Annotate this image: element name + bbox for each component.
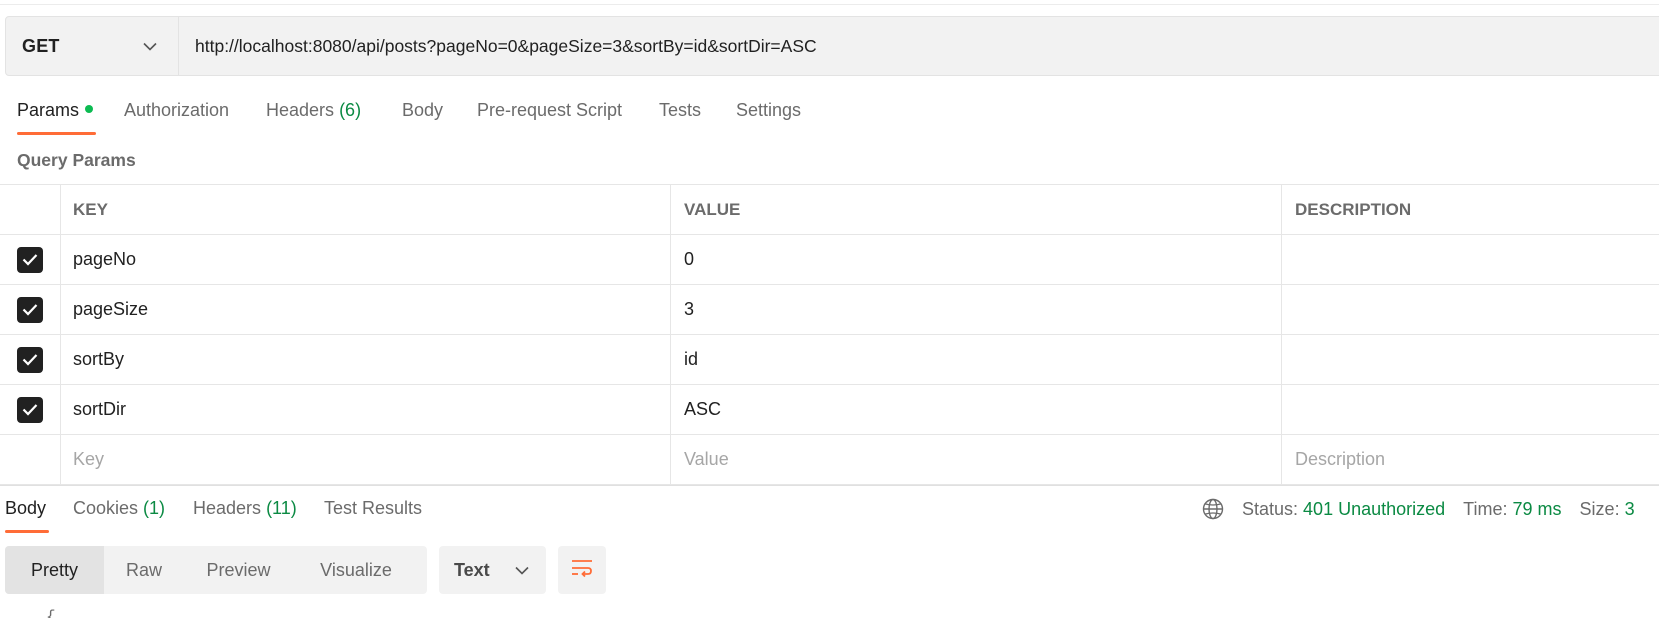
param-checkbox[interactable] bbox=[17, 246, 43, 273]
globe-icon[interactable] bbox=[1202, 498, 1224, 520]
size-label: Size: bbox=[1579, 498, 1620, 519]
tab-headers-count: (6) bbox=[339, 100, 362, 120]
params-active-dot bbox=[85, 105, 94, 114]
row-check-cell bbox=[0, 285, 61, 334]
format-select[interactable]: Text bbox=[439, 546, 546, 594]
view-mode-preview[interactable]: Preview bbox=[184, 546, 293, 594]
table-row: pageNo 0 bbox=[0, 235, 1659, 285]
active-response-tab-indicator bbox=[5, 530, 49, 533]
query-params-table: KEY VALUE DESCRIPTION pageNo 0 pageSize … bbox=[0, 184, 1659, 485]
response-tab-headers[interactable]: Headers (11) bbox=[193, 498, 297, 519]
view-mode-visualize[interactable]: Visualize bbox=[293, 546, 419, 594]
check-icon bbox=[22, 254, 38, 266]
time-value[interactable]: 79 ms bbox=[1513, 499, 1562, 520]
response-body-text: { bbox=[46, 608, 56, 618]
view-mode-pretty[interactable]: Pretty bbox=[5, 546, 104, 594]
table-row: pageSize 3 bbox=[0, 285, 1659, 335]
chevron-down-icon bbox=[512, 560, 532, 580]
new-description-input[interactable]: Description bbox=[1282, 435, 1659, 484]
status-label: Status: bbox=[1242, 498, 1299, 519]
param-key[interactable]: sortBy bbox=[61, 335, 671, 384]
tab-headers[interactable]: Headers (6) bbox=[266, 100, 361, 136]
row-check-cell bbox=[0, 235, 61, 284]
table-row: sortDir ASC bbox=[0, 385, 1659, 435]
active-tab-indicator bbox=[17, 132, 96, 135]
row-check-cell bbox=[0, 335, 61, 384]
param-value[interactable]: id bbox=[671, 335, 1282, 384]
header-value: VALUE bbox=[671, 185, 1282, 234]
response-tab-test-results-label: Test Results bbox=[324, 498, 423, 518]
tab-tests[interactable]: Tests bbox=[659, 100, 701, 136]
tab-body[interactable]: Body bbox=[402, 100, 443, 136]
wrap-lines-button[interactable] bbox=[558, 546, 606, 594]
top-divider bbox=[0, 4, 1659, 5]
response-tab-cookies[interactable]: Cookies (1) bbox=[73, 498, 165, 519]
tab-settings[interactable]: Settings bbox=[736, 100, 801, 136]
chevron-down-icon bbox=[140, 36, 160, 56]
tab-params-label: Params bbox=[17, 100, 80, 120]
param-checkbox[interactable] bbox=[17, 346, 43, 373]
header-check-cell bbox=[0, 185, 61, 234]
param-description[interactable] bbox=[1282, 285, 1659, 334]
table-header-row: KEY VALUE DESCRIPTION bbox=[0, 185, 1659, 235]
url-input[interactable] bbox=[179, 17, 1659, 75]
size-value[interactable]: 3 bbox=[1625, 499, 1635, 520]
param-checkbox[interactable] bbox=[17, 296, 43, 323]
pane-divider[interactable] bbox=[0, 485, 1659, 486]
new-value-input[interactable]: Value bbox=[671, 435, 1282, 484]
param-description[interactable] bbox=[1282, 385, 1659, 434]
response-tab-body-label: Body bbox=[5, 498, 47, 518]
new-key-input[interactable]: Key bbox=[61, 435, 671, 484]
param-description[interactable] bbox=[1282, 335, 1659, 384]
time-label: Time: bbox=[1463, 498, 1508, 519]
table-row-new: Key Value Description bbox=[0, 435, 1659, 485]
tab-settings-label: Settings bbox=[736, 100, 802, 120]
method-select[interactable]: GET bbox=[6, 17, 179, 75]
param-key[interactable]: pageNo bbox=[61, 235, 671, 284]
check-icon bbox=[22, 404, 38, 416]
param-value[interactable]: 3 bbox=[671, 285, 1282, 334]
param-value[interactable]: 0 bbox=[671, 235, 1282, 284]
query-params-title: Query Params bbox=[17, 150, 136, 170]
tab-pre-request-script-label: Pre-request Script bbox=[477, 100, 623, 120]
request-url-bar: GET bbox=[5, 16, 1659, 76]
tab-authorization-label: Authorization bbox=[124, 100, 230, 120]
tab-tests-label: Tests bbox=[659, 100, 702, 120]
tab-body-label: Body bbox=[402, 100, 444, 120]
response-tab-body[interactable]: Body bbox=[5, 498, 49, 533]
row-check-cell bbox=[0, 435, 61, 484]
response-tab-cookies-count: (1) bbox=[143, 498, 166, 518]
param-value[interactable]: ASC bbox=[671, 385, 1282, 434]
row-check-cell bbox=[0, 385, 61, 434]
status-value[interactable]: 401 Unauthorized bbox=[1303, 499, 1445, 520]
param-key[interactable]: sortDir bbox=[61, 385, 671, 434]
param-checkbox[interactable] bbox=[17, 396, 43, 423]
param-description[interactable] bbox=[1282, 235, 1659, 284]
header-description: DESCRIPTION bbox=[1295, 199, 1412, 219]
format-label: Text bbox=[454, 559, 490, 580]
method-label: GET bbox=[22, 35, 60, 56]
response-tab-headers-count: (11) bbox=[266, 498, 297, 518]
response-tab-headers-label: Headers bbox=[193, 498, 262, 518]
tab-pre-request-script[interactable]: Pre-request Script bbox=[477, 100, 622, 136]
table-row: sortBy id bbox=[0, 335, 1659, 385]
check-icon bbox=[22, 304, 38, 316]
wrap-lines-icon bbox=[570, 558, 594, 583]
tab-headers-label: Headers bbox=[266, 100, 335, 120]
view-mode-raw[interactable]: Raw bbox=[104, 546, 184, 594]
response-tab-cookies-label: Cookies bbox=[73, 498, 139, 518]
response-tab-test-results[interactable]: Test Results bbox=[324, 498, 422, 519]
param-key[interactable]: pageSize bbox=[61, 285, 671, 334]
tab-params[interactable]: Params bbox=[17, 100, 96, 136]
response-meta: Status: 401 Unauthorized Time: 79 ms Siz… bbox=[1202, 498, 1635, 520]
view-mode-segmented: Pretty Raw Preview Visualize bbox=[5, 546, 427, 594]
header-key: KEY bbox=[61, 185, 671, 234]
tab-authorization[interactable]: Authorization bbox=[124, 100, 229, 136]
check-icon bbox=[22, 354, 38, 366]
